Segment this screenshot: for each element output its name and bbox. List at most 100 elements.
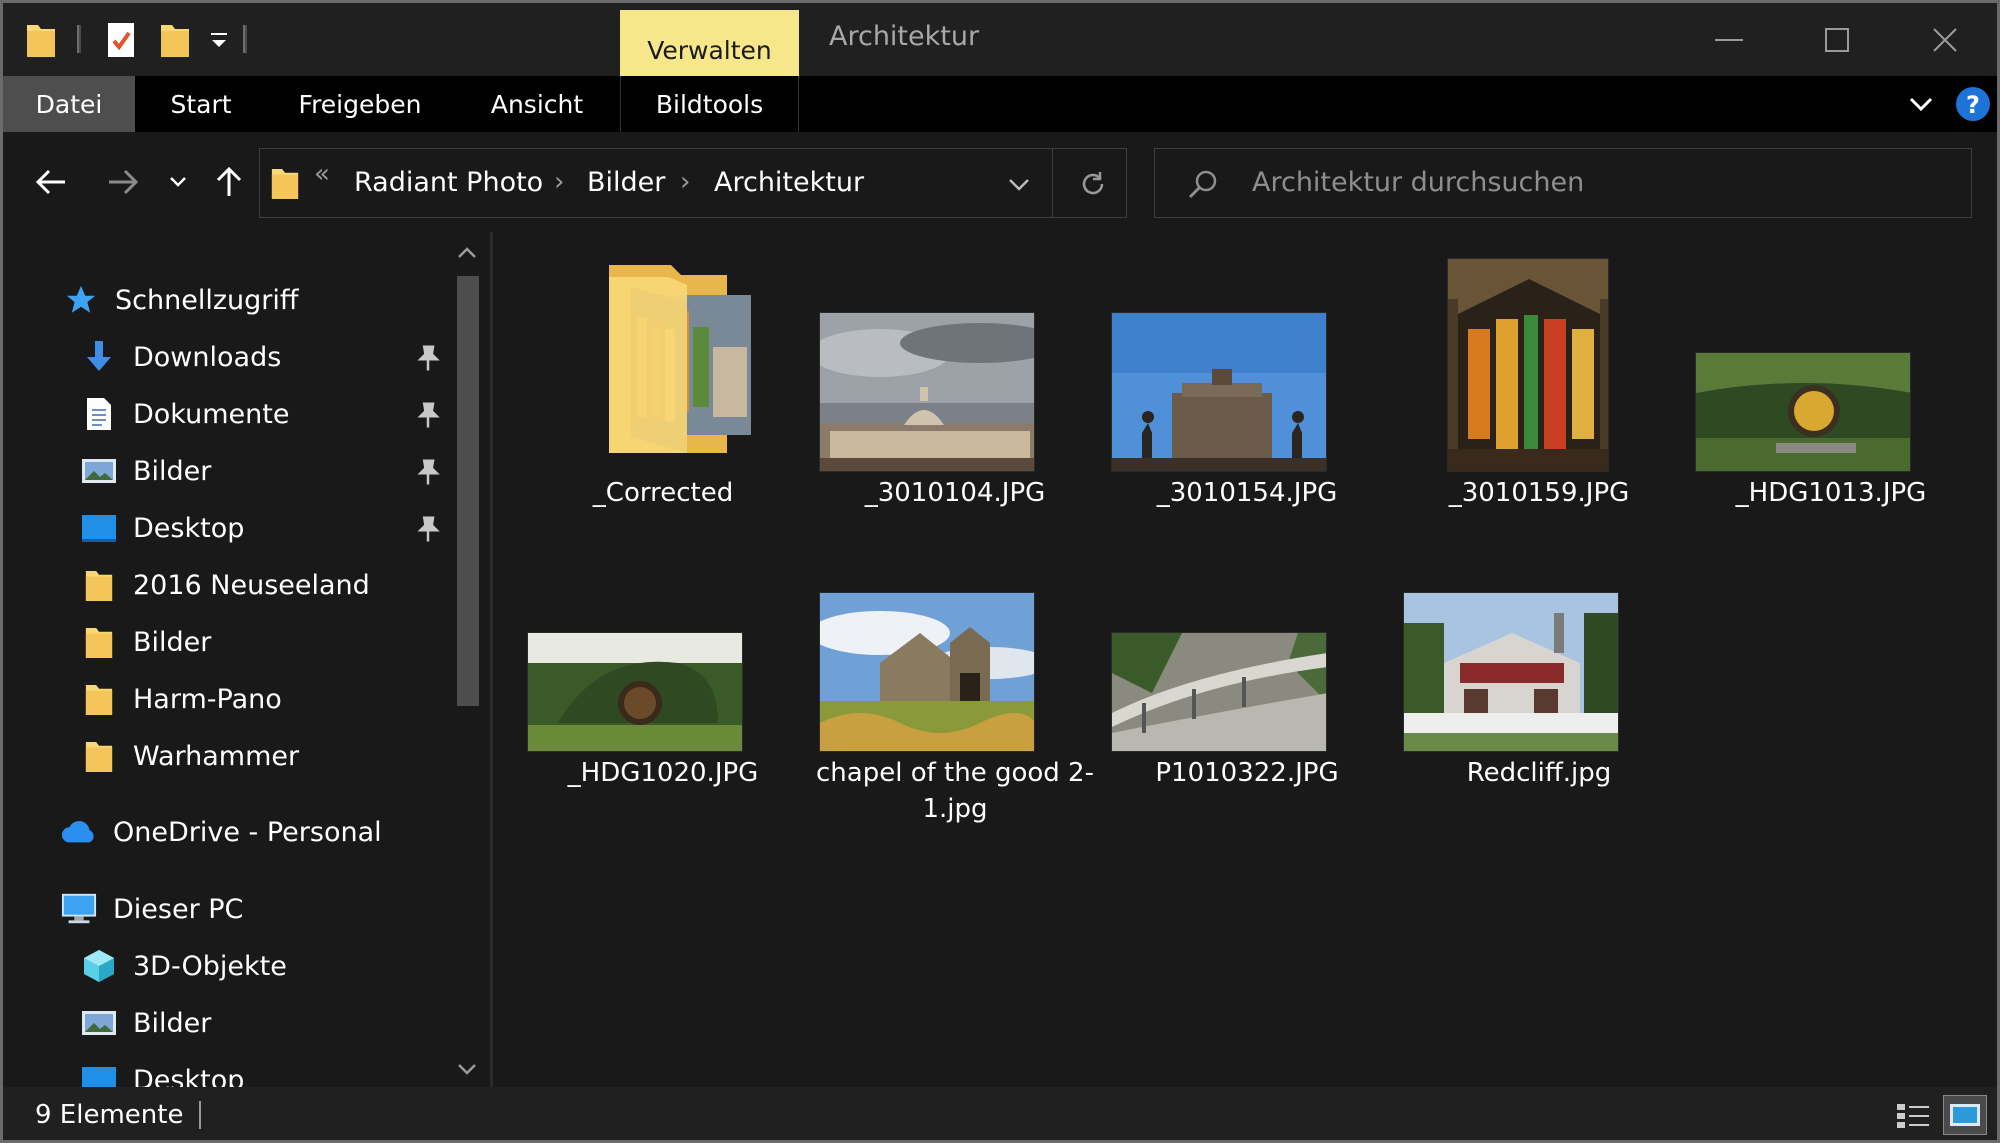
- tab-datei[interactable]: Datei: [3, 76, 135, 132]
- pin-icon[interactable]: [413, 514, 443, 544]
- file-name[interactable]: _3010154.JPG: [1107, 475, 1387, 511]
- image-thumbnail: [527, 632, 743, 752]
- toolbar-separator: [77, 25, 81, 53]
- search-icon: [1187, 168, 1219, 204]
- scroll-down-icon[interactable]: [457, 1060, 477, 1079]
- search-box[interactable]: Architektur durchsuchen: [1154, 148, 1972, 218]
- expand-ribbon-icon[interactable]: [1903, 76, 1939, 132]
- file-name[interactable]: _3010159.JPG: [1399, 475, 1679, 511]
- nav-label: Bilder: [133, 1007, 212, 1039]
- breadcrumb-radiant-photo[interactable]: Radiant Photo: [354, 149, 543, 217]
- address-divider: [1052, 149, 1053, 217]
- computer-icon: [61, 891, 97, 927]
- nav-item-harm-pano[interactable]: Harm-Pano: [81, 675, 282, 723]
- image-thumbnail: [819, 592, 1035, 752]
- nav-item-2016-neuseeland[interactable]: 2016 Neuseeland: [81, 561, 370, 609]
- back-button[interactable]: [29, 160, 73, 204]
- nav-item-desktop-pc[interactable]: Desktop: [81, 1056, 244, 1087]
- nav-item-downloads[interactable]: Downloads: [81, 333, 281, 381]
- maximize-button[interactable]: [1783, 3, 1891, 76]
- nav-item-dokumente[interactable]: Dokumente: [81, 390, 289, 438]
- pin-icon[interactable]: [413, 400, 443, 430]
- nav-item-warhammer[interactable]: Warhammer: [81, 732, 299, 780]
- nav-label: Schnellzugriff: [115, 284, 299, 316]
- nav-item-desktop[interactable]: Desktop: [81, 504, 244, 552]
- breadcrumb-separator[interactable]: ›: [680, 149, 690, 217]
- address-dropdown-icon[interactable]: [1008, 177, 1030, 196]
- up-button[interactable]: [209, 160, 249, 204]
- nav-label: Bilder: [133, 626, 212, 658]
- navigation-bar: « Radiant Photo › Bilder › Architektur A…: [3, 132, 1997, 232]
- file-name[interactable]: _HDG1013.JPG: [1691, 475, 1971, 511]
- refresh-icon[interactable]: [1078, 169, 1108, 203]
- file-name[interactable]: Redcliff.jpg: [1399, 755, 1679, 791]
- close-button[interactable]: [1891, 3, 1997, 76]
- file-name[interactable]: _3010104.JPG: [815, 475, 1095, 511]
- explorer-window: Verwalten Architektur Datei Start Freige…: [0, 0, 2000, 1143]
- help-icon[interactable]: ?: [1953, 76, 1993, 132]
- file-item-3010154[interactable]: [1107, 232, 1387, 472]
- file-item-corrected[interactable]: [523, 252, 803, 455]
- tab-start[interactable]: Start: [143, 76, 259, 132]
- tab-bildtools[interactable]: Bildtools: [620, 76, 799, 132]
- window-title: Architektur: [829, 21, 980, 52]
- file-item-chapel[interactable]: [815, 512, 1095, 752]
- image-thumbnail: [1403, 592, 1619, 752]
- breadcrumb-architektur[interactable]: Architektur: [714, 149, 864, 217]
- minimize-button[interactable]: [1675, 3, 1783, 76]
- nav-onedrive[interactable]: OneDrive - Personal: [61, 808, 382, 856]
- file-item-p1010322[interactable]: [1107, 512, 1387, 752]
- file-item-3010104[interactable]: [815, 232, 1095, 472]
- nav-item-bilder-pinned[interactable]: Bilder: [81, 447, 211, 495]
- tab-ansicht[interactable]: Ansicht: [463, 76, 611, 132]
- image-thumbnail: [1111, 632, 1327, 752]
- nav-label: Dokumente: [133, 398, 290, 430]
- nav-schnellzugriff[interactable]: Schnellzugriff: [63, 276, 298, 324]
- file-name[interactable]: _Corrected: [523, 475, 803, 511]
- breadcrumb-separator[interactable]: ›: [554, 149, 564, 217]
- pin-icon[interactable]: [413, 343, 443, 373]
- new-folder-icon[interactable]: [159, 3, 191, 76]
- forward-button[interactable]: [101, 160, 145, 204]
- file-item-redcliff[interactable]: [1399, 512, 1679, 752]
- search-input[interactable]: Architektur durchsuchen: [1252, 149, 1584, 217]
- nav-item-3d-objekte[interactable]: 3D-Objekte: [81, 942, 287, 990]
- scroll-thumb[interactable]: [457, 276, 479, 706]
- nav-item-bilder-pc[interactable]: Bilder: [81, 999, 211, 1047]
- file-name[interactable]: P1010322.JPG: [1107, 755, 1387, 791]
- file-name[interactable]: chapel of the good 2-1.jpg: [815, 755, 1095, 827]
- image-thumbnail: [1111, 312, 1327, 472]
- folder-icon: [270, 165, 300, 205]
- star-icon: [63, 282, 99, 318]
- nav-label: Desktop: [133, 512, 245, 544]
- scroll-up-icon[interactable]: [457, 244, 477, 263]
- nav-label: Warhammer: [133, 740, 300, 772]
- nav-label: Bilder: [133, 455, 212, 487]
- folder-icon: [81, 738, 117, 774]
- nav-dieser-pc[interactable]: Dieser PC: [61, 885, 243, 933]
- file-item-hdg1020[interactable]: [523, 512, 803, 752]
- pictures-icon: [81, 1005, 117, 1041]
- image-thumbnail: [1695, 352, 1911, 472]
- tab-freigeben[interactable]: Freigeben: [279, 76, 441, 132]
- tab-verwalten[interactable]: Verwalten: [620, 10, 799, 76]
- nav-item-bilder-folder[interactable]: Bilder: [81, 618, 211, 666]
- breadcrumb-overflow[interactable]: «: [314, 141, 330, 209]
- customize-toolbar-icon[interactable]: [208, 3, 230, 76]
- file-name[interactable]: _HDG1020.JPG: [523, 755, 803, 791]
- folder-icon[interactable]: [25, 3, 57, 76]
- address-bar[interactable]: « Radiant Photo › Bilder › Architektur: [259, 148, 1127, 218]
- recent-locations-button[interactable]: [163, 160, 193, 204]
- 3d-objects-icon: [81, 948, 117, 984]
- pin-icon[interactable]: [413, 457, 443, 487]
- file-item-hdg1013[interactable]: [1691, 232, 1971, 472]
- svg-text:?: ?: [1966, 91, 1980, 119]
- properties-icon[interactable]: [105, 3, 137, 76]
- file-item-3010159[interactable]: [1399, 232, 1679, 472]
- desktop-icon: [81, 510, 117, 546]
- details-view-icon[interactable]: [1891, 1095, 1935, 1135]
- breadcrumb-bilder[interactable]: Bilder: [587, 149, 665, 217]
- nav-scrollbar[interactable]: [449, 232, 485, 1087]
- large-icons-view-icon[interactable]: [1943, 1095, 1987, 1135]
- nav-label: OneDrive - Personal: [113, 816, 382, 848]
